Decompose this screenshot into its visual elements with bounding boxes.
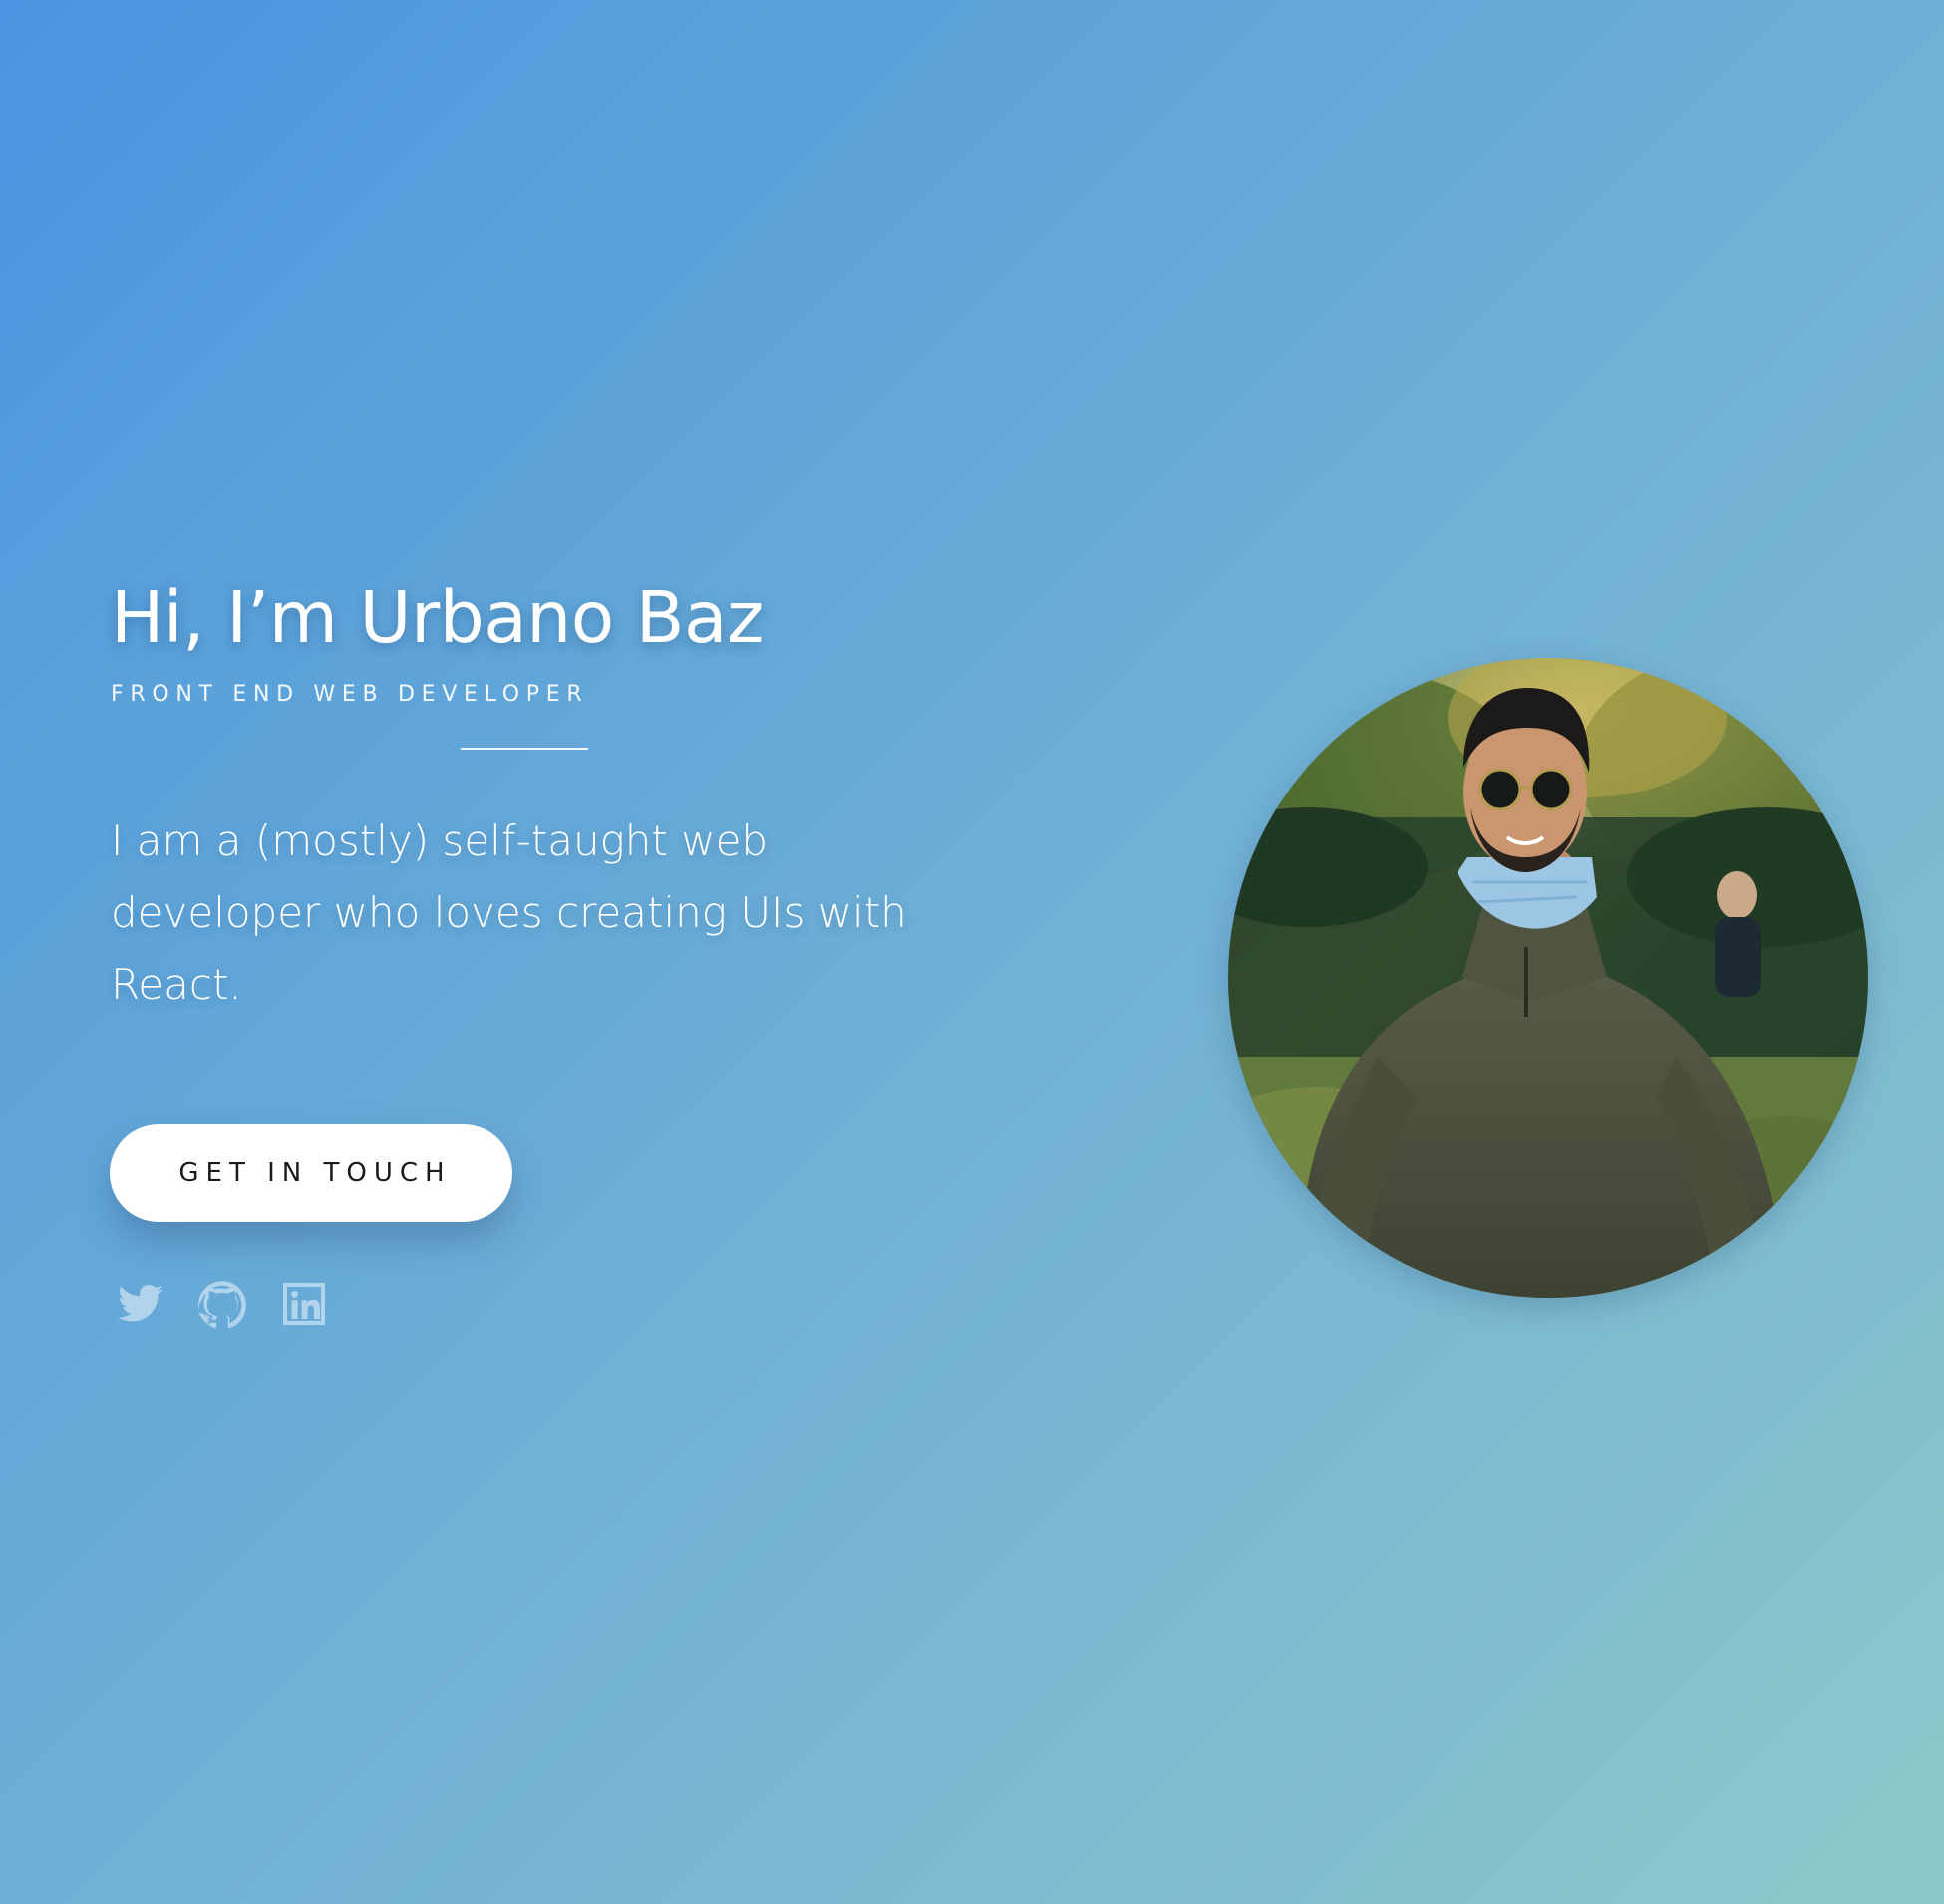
social-links [116,1279,329,1329]
hero-subtitle: FRONT END WEB DEVELOPER [111,682,589,707]
profile-photo [1228,658,1868,1298]
linkedin-link[interactable] [279,1279,329,1329]
profile-photo-illustration [1228,658,1868,1298]
get-in-touch-button[interactable]: GET IN TOUCH [110,1124,512,1222]
twitter-icon [118,1285,163,1322]
title-divider [461,748,588,750]
hero-section: Hi, I’m Urbano Baz FRONT END WEB DEVELOP… [0,0,1944,1904]
github-icon [198,1281,246,1328]
linkedin-icon [283,1283,325,1325]
github-link[interactable] [197,1279,247,1329]
bio-text: I am a (mostly) self-taught web develope… [111,816,907,1009]
intro-block: Hi, I’m Urbano Baz FRONT END WEB DEVELOP… [111,578,988,1021]
twitter-link[interactable] [116,1279,165,1329]
hero-title: Hi, I’m Urbano Baz [111,576,764,659]
